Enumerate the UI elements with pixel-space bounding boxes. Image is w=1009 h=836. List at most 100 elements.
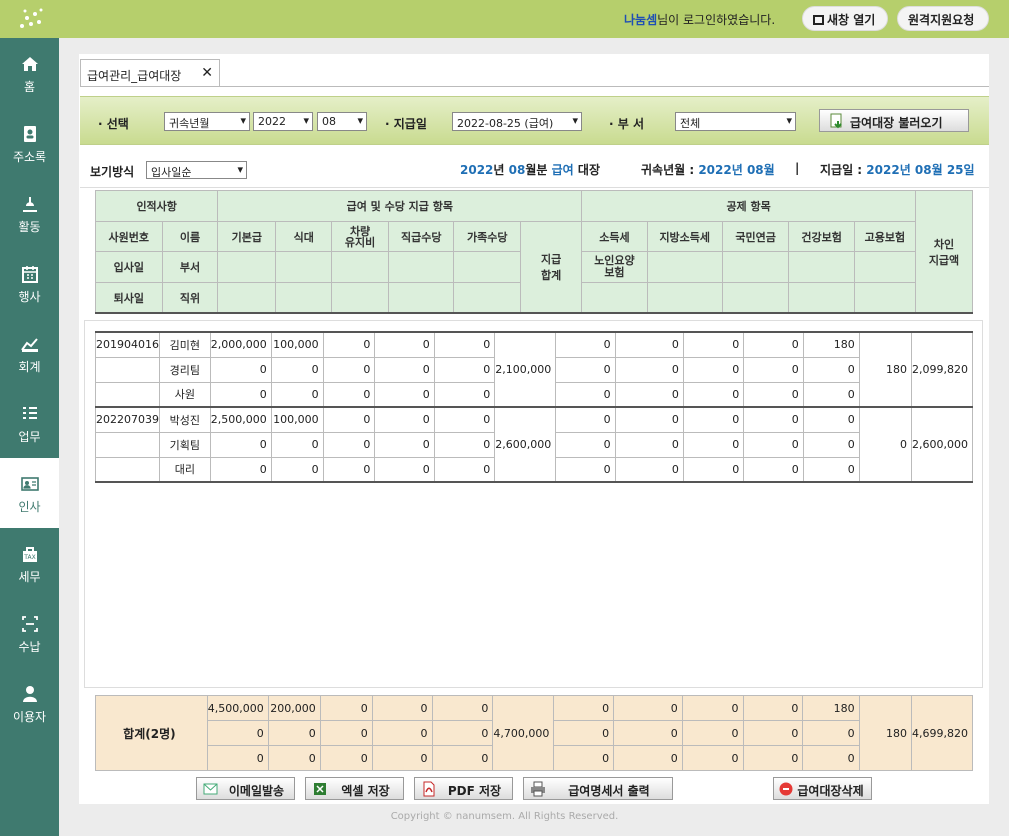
excel-save-button[interactable]: 엑셀 저장	[305, 777, 404, 800]
sidebar-item-activity[interactable]: 활동	[0, 178, 59, 248]
empty-cell	[95, 356, 160, 383]
amount-cell: 0	[322, 356, 376, 383]
header-employment: 고용보험	[853, 221, 917, 252]
emp-no-cell: 202207039	[95, 406, 160, 433]
sidebar-item-address[interactable]: 주소록	[0, 108, 59, 178]
home-icon	[21, 57, 38, 71]
summary-amount-cell: 0	[742, 720, 804, 746]
emp-rank-cell: 대리	[159, 456, 211, 483]
amount-cell: 0	[322, 456, 376, 483]
summary-net-pay: 4,699,820	[911, 695, 973, 771]
payday-value: 2022-08-25 (급여)	[457, 117, 554, 130]
summary-amount-cell: 0	[613, 720, 683, 746]
amount-cell: 0	[374, 356, 435, 383]
emp-dept-cell: 기획팀	[159, 431, 211, 458]
sidebar-item-accounting[interactable]: 회계	[0, 318, 59, 388]
summary-amount-cell: 0	[802, 745, 860, 771]
load-ledger-button[interactable]: 급여대장 불러오기	[819, 109, 969, 132]
table-row[interactable]: 202207039 박성진 2,500,000 100,000 0 0 0 2,600,000…	[95, 406, 973, 483]
header-bottom-rule	[95, 312, 973, 314]
dept-select[interactable]: 전체	[675, 112, 796, 131]
emp-rank-cell: 사원	[159, 381, 211, 408]
view-mode-label: 보기방식	[90, 165, 135, 179]
summary-amount-cell: 0	[681, 695, 744, 721]
sidebar-item-payment[interactable]: 수납	[0, 598, 59, 668]
header-empty	[275, 251, 333, 283]
period-type-select[interactable]: 귀속년월	[164, 112, 250, 131]
header-personnel: 인적사항	[94, 190, 219, 222]
sidebar-item-user[interactable]: 이용자	[0, 668, 59, 738]
amount-cell: 0	[433, 431, 496, 458]
tab-payroll-ledger[interactable]: 급여관리_급여대장 ✕	[80, 59, 220, 87]
amount-cell: 0	[802, 431, 860, 458]
month-select[interactable]: 08	[317, 112, 367, 131]
amount-cell: 0	[614, 381, 684, 408]
table-row[interactable]: 201904016 김미현 2,000,000 100,000 0 0 0 2,100,000…	[95, 331, 973, 408]
sidebar-item-task[interactable]: 업무	[0, 388, 59, 458]
summary-amount-cell: 0	[802, 720, 860, 746]
excel-save-label: 엑셀 저장	[341, 784, 390, 798]
print-payslip-label: 급여명세서 출력	[568, 784, 650, 798]
view-mode-select[interactable]: 입사일순	[146, 161, 247, 179]
pay-total-cell: 2,100,000	[494, 331, 557, 408]
header-empty	[388, 251, 455, 283]
login-message: 나눔셈님이 로그인하였습니다.	[624, 11, 775, 28]
payday-label: · 지급일	[385, 117, 427, 131]
amount-cell: 2,000,000	[209, 331, 272, 358]
summary-amount-cell: 0	[431, 745, 494, 771]
amount-cell: 0	[555, 331, 616, 358]
header-empty	[853, 282, 917, 313]
delete-icon	[779, 782, 793, 796]
summary-amount-cell: 0	[681, 745, 744, 771]
payday-select[interactable]: 2022-08-25 (급여)	[452, 112, 582, 131]
amount-cell: 0	[433, 331, 496, 358]
new-window-label: 새창 열기	[827, 13, 876, 27]
deduct-total-cell: 180	[858, 331, 913, 408]
amount-cell: 2,500,000	[209, 406, 272, 433]
summary-amount-cell: 0	[742, 695, 804, 721]
amount-cell: 0	[682, 356, 745, 383]
summary-table: 합계(2명) 4,500,000 200,000 0 0 0 4,700,000 0 0 0 0 18…	[95, 695, 973, 771]
pdf-save-button[interactable]: PDF 저장	[414, 777, 513, 800]
amount-cell: 0	[433, 456, 496, 483]
remote-support-button[interactable]: 원격지원요청	[897, 6, 989, 31]
empty-cell	[95, 431, 160, 458]
ledger-data-table: 201904016 김미현 2,000,000 100,000 0 0 0 2,100,000…	[95, 331, 973, 483]
amount-cell: 0	[743, 356, 804, 383]
header-empty	[721, 251, 790, 283]
sidebar-item-personnel[interactable]: 인사	[0, 458, 59, 528]
summary-amount-cell: 0	[553, 720, 615, 746]
personnel-icon	[20, 477, 39, 491]
amount-cell: 0	[743, 406, 804, 433]
sidebar-item-home[interactable]: 홈	[0, 38, 59, 108]
pdf-save-label: PDF 저장	[447, 784, 502, 798]
header-rank: 직위	[161, 282, 219, 313]
new-window-button[interactable]: 새창 열기	[802, 6, 888, 31]
filter-bar: · 선택 귀속년월 2022 08 · 지급일 2022-08-25 (급여) …	[80, 96, 989, 145]
dept-label: · 부 서	[609, 117, 644, 131]
payday-info: 지급일 : 2022년 08월 25일	[820, 161, 975, 178]
header-income-tax: 소득세	[581, 221, 648, 252]
year-select[interactable]: 2022	[253, 112, 313, 131]
summary-amount-cell: 0	[613, 745, 683, 771]
delete-ledger-button[interactable]: 급여대장삭제	[773, 777, 872, 800]
amount-cell: 0	[802, 381, 860, 408]
amount-cell: 0	[743, 331, 804, 358]
amount-cell: 0	[322, 381, 376, 408]
sidebar-item-event[interactable]: 행사	[0, 248, 59, 318]
amount-cell: 100,000	[270, 331, 324, 358]
close-icon[interactable]: ✕	[201, 65, 213, 81]
net-pay-cell: 2,600,000	[911, 406, 973, 483]
payment-icon	[21, 616, 38, 632]
header-empty	[853, 251, 917, 283]
summary-amount-cell: 0	[319, 695, 373, 721]
amount-cell: 0	[374, 456, 435, 483]
sidebar-item-tax[interactable]: TAX 세무	[0, 528, 59, 598]
print-payslip-button[interactable]: 급여명세서 출력	[523, 777, 673, 800]
amount-cell: 0	[614, 356, 684, 383]
summary-amount-cell: 4,500,000	[206, 695, 269, 721]
title-year-suffix: 년	[493, 163, 505, 177]
amount-cell: 0	[682, 431, 745, 458]
send-email-button[interactable]: 이메일발송	[196, 777, 295, 800]
document-download-icon	[830, 113, 842, 129]
